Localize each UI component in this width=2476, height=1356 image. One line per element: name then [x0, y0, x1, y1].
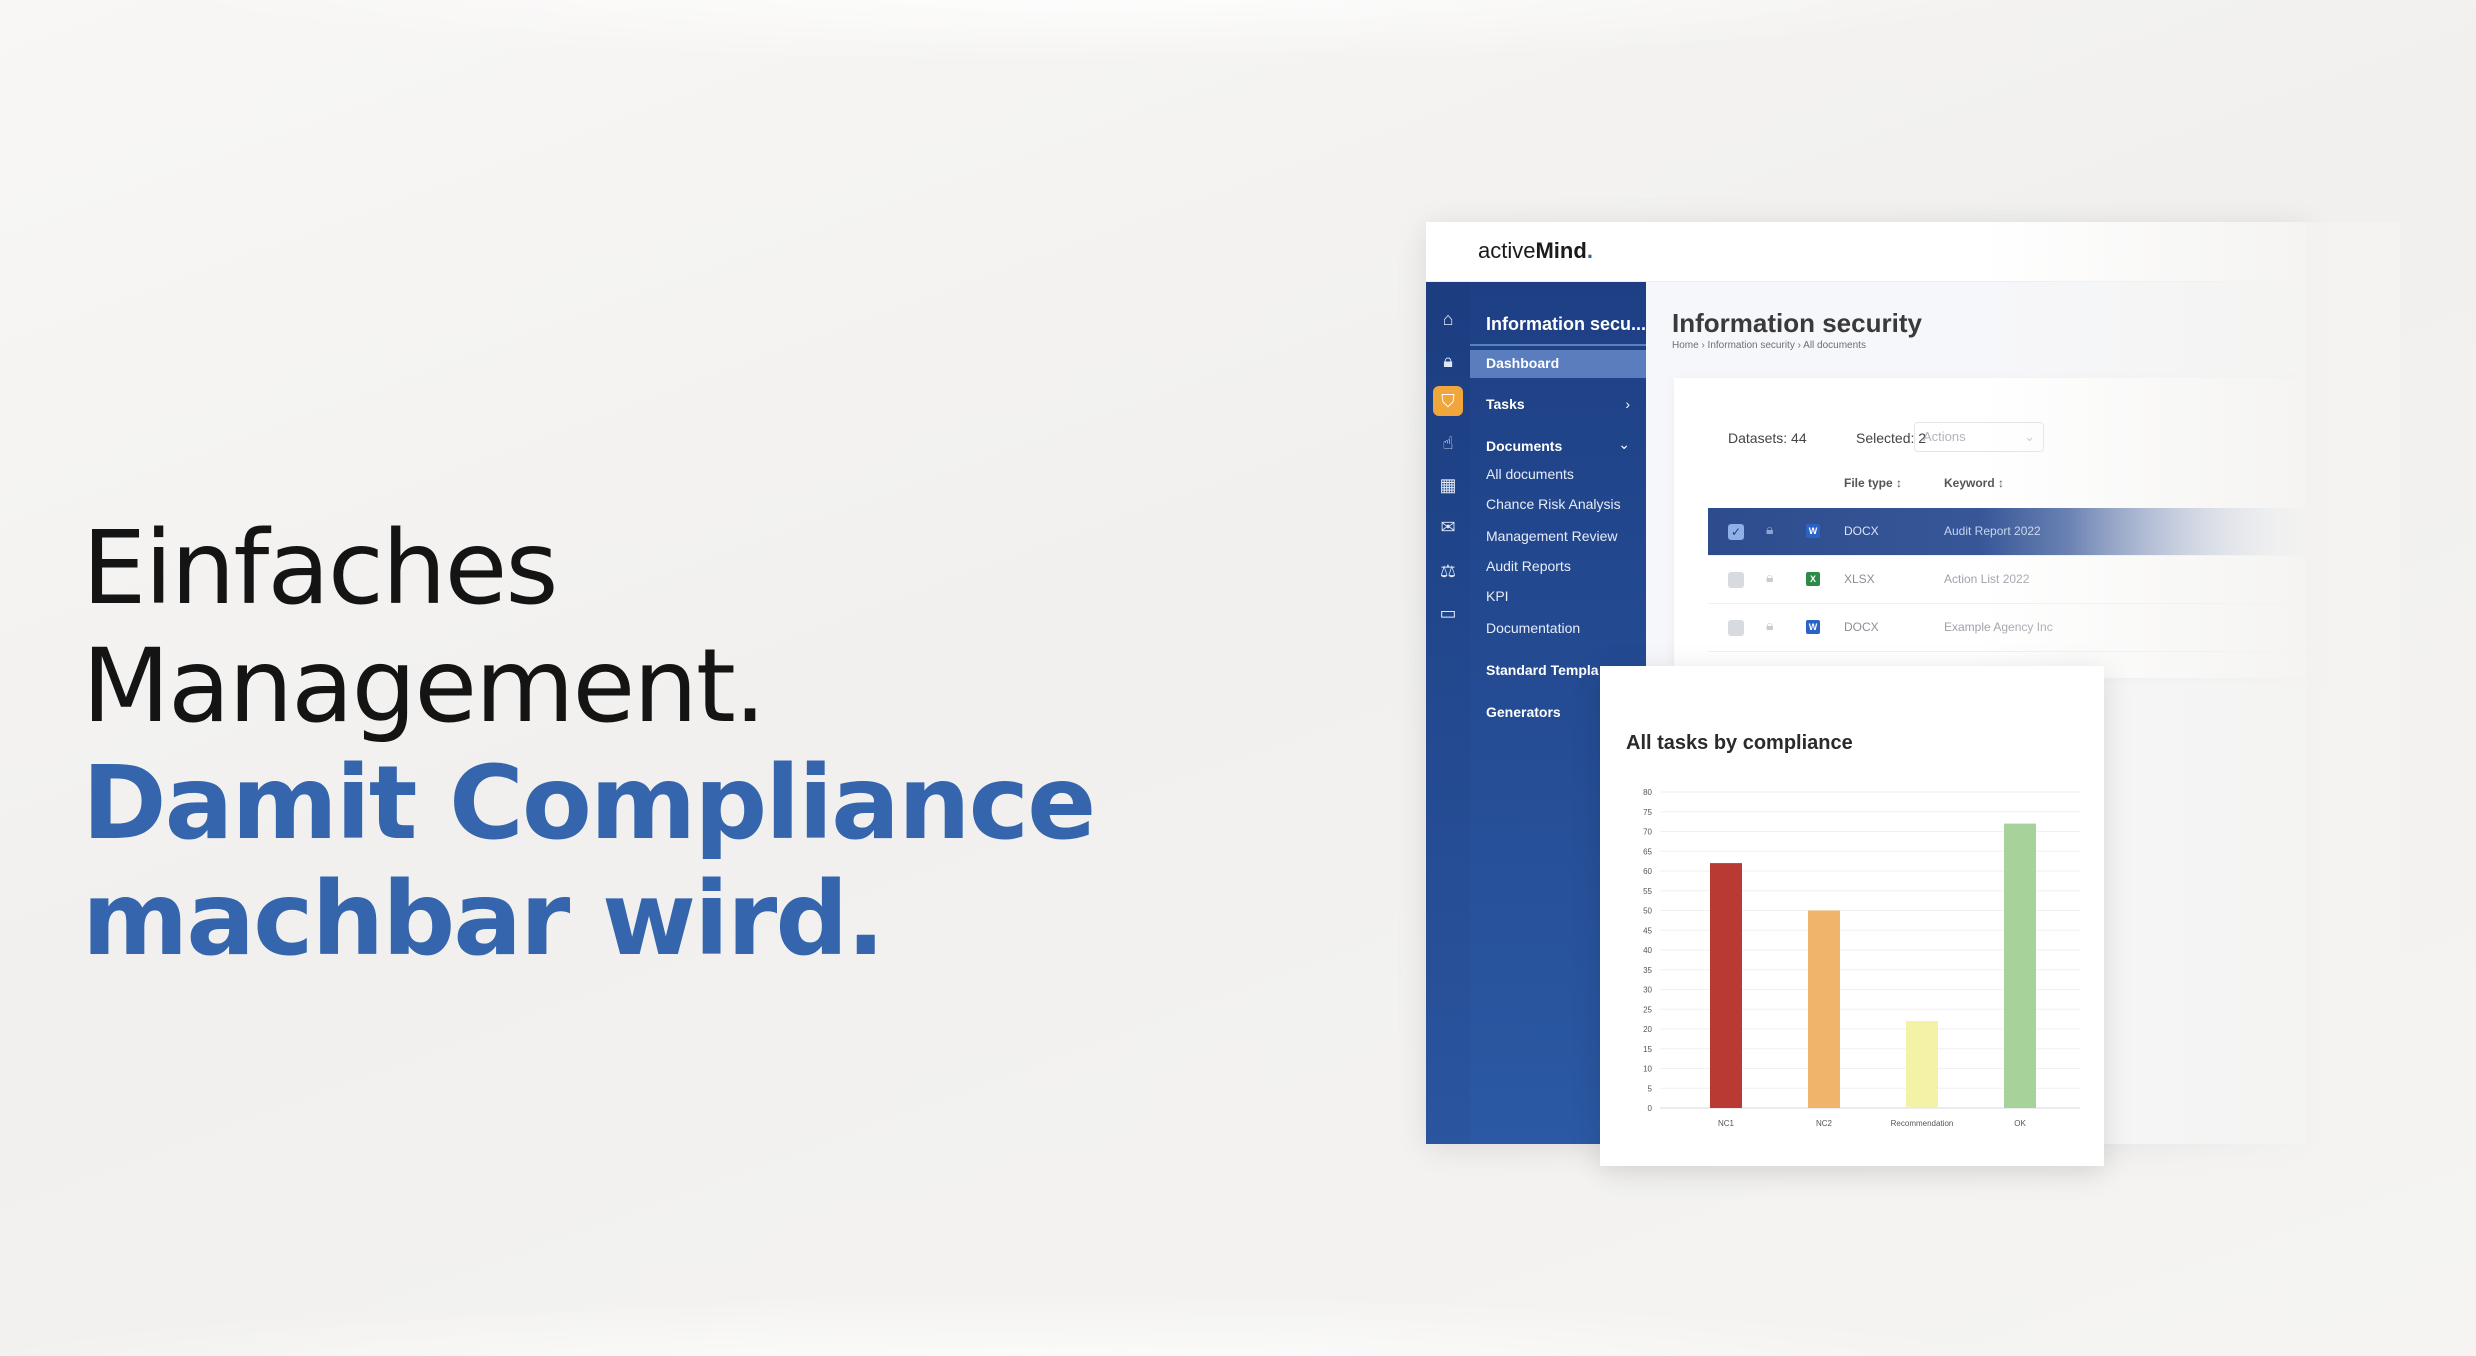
- y-tick-label: 5: [1648, 1084, 1653, 1093]
- y-tick-label: 45: [1643, 926, 1652, 935]
- logo: activeMind.: [1478, 238, 1593, 263]
- y-tick-label: 25: [1643, 1005, 1652, 1014]
- column-header-filetype[interactable]: File type ↕: [1844, 476, 1902, 490]
- y-tick-label: 50: [1643, 907, 1652, 916]
- hero-headline: Einfaches Management. Damit Compliance m…: [82, 510, 1232, 978]
- sidebar-title: Information secu...: [1486, 314, 1647, 334]
- sidebar-subitem-documentation[interactable]: Documentation: [1486, 620, 1580, 636]
- page-title: Information security: [1672, 308, 1922, 338]
- chat-icon[interactable]: ✉︎: [1433, 512, 1463, 542]
- sidebar-item-tasks[interactable]: Tasks: [1486, 396, 1525, 412]
- keyword: Example Agency Inc: [1944, 620, 2053, 634]
- chevron-down-icon[interactable]: ⌄: [1618, 436, 1630, 453]
- x-tick-label: Recommendation: [1891, 1119, 1954, 1128]
- sidebar-subitem-chance-risk[interactable]: Chance Risk Analysis: [1486, 496, 1621, 512]
- word-file-icon: W: [1806, 524, 1820, 538]
- y-tick-label: 0: [1648, 1104, 1653, 1113]
- y-tick-label: 75: [1643, 808, 1652, 817]
- lock-icon[interactable]: 🔒︎: [1766, 569, 1773, 586]
- sidebar-subitem-audit-reports[interactable]: Audit Reports: [1486, 558, 1571, 574]
- datasets-count: Datasets: 44: [1728, 430, 1807, 446]
- y-tick-label: 35: [1643, 966, 1652, 975]
- checkbox[interactable]: [1728, 572, 1744, 588]
- bar-chart: 0 5 10 15 20 25 30 35 40 45 50 55 60 65 70 75 80 NC1 NC2 Re…: [1643, 788, 2080, 1128]
- y-tick-label: 55: [1643, 887, 1652, 896]
- file-type: DOCX: [1844, 524, 1879, 538]
- y-tick-label: 65: [1643, 847, 1652, 856]
- y-tick-label: 70: [1643, 828, 1652, 837]
- lock-icon[interactable]: 🔒︎: [1766, 617, 1773, 634]
- actions-dropdown[interactable]: Actions ⌄: [1914, 422, 2044, 452]
- checkbox[interactable]: [1728, 620, 1744, 636]
- lock-icon[interactable]: 🔒︎: [1766, 521, 1773, 538]
- file-type: DOCX: [1844, 620, 1879, 634]
- icon-rail: ⌂ 🔒︎ ⛉ ☝︎ ▦ ✉︎ ⚖︎ ▭: [1426, 282, 1470, 1144]
- breadcrumb[interactable]: Home › Information security › All docume…: [1672, 340, 1866, 351]
- documents-panel: Datasets: 44 Selected: 2 Actions ⌄ File …: [1674, 378, 2306, 678]
- scales-icon[interactable]: ⚖︎: [1433, 556, 1463, 586]
- chevron-down-icon: ⌄: [2024, 429, 2035, 444]
- y-tick-label: 60: [1643, 867, 1652, 876]
- hand-icon[interactable]: ☝︎: [1433, 428, 1463, 458]
- y-tick-label: 80: [1643, 788, 1652, 797]
- word-file-icon: W: [1806, 620, 1820, 634]
- table-row[interactable]: 🔒︎ X XLSX Action List 2022: [1708, 556, 2306, 604]
- x-tick-label: NC2: [1816, 1119, 1833, 1128]
- excel-file-icon: X: [1806, 572, 1820, 586]
- app-topbar: activeMind.: [1426, 222, 2306, 282]
- keyword: Audit Report 2022: [1944, 524, 2041, 538]
- y-tick-label: 10: [1643, 1065, 1652, 1074]
- bar-ok[interactable]: [2004, 823, 2036, 1108]
- sidebar-subitem-management-review[interactable]: Management Review: [1486, 528, 1618, 544]
- chevron-right-icon[interactable]: ›: [1625, 396, 1630, 412]
- sidebar-item-standard-templates[interactable]: Standard Templa: [1486, 662, 1599, 678]
- shield-icon[interactable]: ⛉: [1433, 386, 1463, 416]
- sidebar-subitem-all-documents[interactable]: All documents: [1486, 466, 1574, 482]
- actions-placeholder: Actions: [1923, 429, 1966, 444]
- bar-nc2[interactable]: [1808, 910, 1840, 1109]
- calendar-icon[interactable]: ▦: [1433, 470, 1463, 500]
- headline-line-1: Einfaches Management.: [82, 509, 766, 746]
- sidebar-divider: [1470, 344, 1646, 346]
- home-icon[interactable]: ⌂: [1433, 304, 1463, 334]
- y-tick-label: 15: [1643, 1045, 1652, 1054]
- y-tick-label: 40: [1643, 946, 1652, 955]
- sidebar-item-generators[interactable]: Generators: [1486, 704, 1561, 720]
- y-tick-label: 30: [1643, 986, 1652, 995]
- table-row[interactable]: 🔒︎ W DOCX Example Agency Inc: [1708, 604, 2306, 652]
- bar-nc1[interactable]: [1710, 863, 1742, 1108]
- y-tick-label: 20: [1643, 1025, 1652, 1034]
- keyword: Action List 2022: [1944, 572, 2030, 586]
- sidebar-item-dashboard[interactable]: Dashboard: [1470, 350, 1646, 378]
- chart-card: All tasks by compliance 0 5 10 15 20 25 30 35 40…: [1600, 666, 2104, 1166]
- file-type: XLSX: [1844, 572, 1875, 586]
- x-tick-label: NC1: [1718, 1119, 1735, 1128]
- checkbox[interactable]: ✓: [1728, 524, 1744, 540]
- sidebar-item-documents[interactable]: Documents: [1486, 438, 1562, 454]
- lock-icon[interactable]: 🔒︎: [1433, 346, 1463, 376]
- x-tick-label: OK: [2014, 1119, 2026, 1128]
- headline-line-2: Damit Compliance: [82, 744, 1096, 863]
- column-header-keyword[interactable]: Keyword ↕: [1944, 476, 2004, 490]
- table-row[interactable]: ✓ 🔒︎ W DOCX Audit Report 2022: [1708, 508, 2306, 556]
- bar-recommendation[interactable]: [1906, 1021, 1938, 1108]
- headline-line-3: machbar wird.: [82, 860, 885, 979]
- briefcase-icon[interactable]: ▭: [1433, 598, 1463, 628]
- sidebar-subitem-kpi[interactable]: KPI: [1486, 588, 1509, 604]
